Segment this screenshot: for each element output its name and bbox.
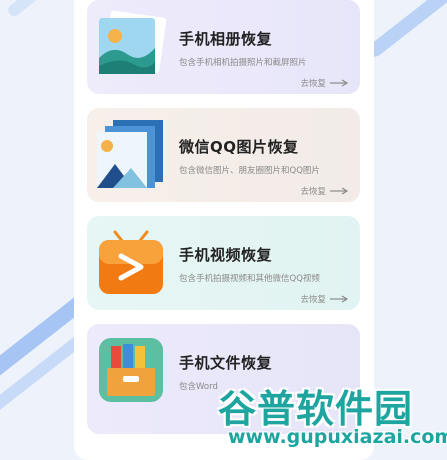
recover-link[interactable]: 去恢复 xyxy=(300,185,348,197)
recover-label: 去恢复 xyxy=(300,295,326,305)
decorative-stripe xyxy=(365,0,447,60)
card-description: 包含微信图片、朋友圈图片和QQ图片 xyxy=(179,166,320,176)
recover-link[interactable]: 去恢复 xyxy=(300,293,348,305)
image-stack-icon xyxy=(93,116,169,192)
card-wechat-qq-image-recovery[interactable]: 微信QQ图片恢复 包含微信图片、朋友圈图片和QQ图片 去恢复 xyxy=(87,108,360,202)
card-title: 手机相册恢复 xyxy=(179,30,273,48)
watermark-site-url: www.gupuxiazai.com xyxy=(228,426,447,448)
arrow-right-icon xyxy=(330,79,348,87)
card-description: 包含Word xyxy=(179,382,218,392)
card-description: 包含手机拍摄视频和其他微信QQ视频 xyxy=(179,274,320,284)
decorative-stripe xyxy=(5,0,85,19)
photo-gallery-icon xyxy=(93,8,169,84)
video-tv-icon xyxy=(93,224,169,300)
card-album-recovery[interactable]: 手机相册恢复 包含手机相机拍摄照片和截屏照片 去恢复 xyxy=(87,0,360,94)
file-box-icon xyxy=(93,332,169,408)
card-video-recovery[interactable]: 手机视频恢复 包含手机拍摄视频和其他微信QQ视频 去恢复 xyxy=(87,216,360,310)
arrow-right-icon xyxy=(330,187,348,195)
card-title: 手机视频恢复 xyxy=(179,246,273,264)
card-title: 微信QQ图片恢复 xyxy=(179,138,299,156)
recover-link[interactable]: 去恢复 xyxy=(300,77,348,89)
recover-label: 去恢复 xyxy=(300,79,326,89)
recover-label: 去恢复 xyxy=(300,187,326,197)
arrow-right-icon xyxy=(330,295,348,303)
watermark-site-name: 谷普软件园 xyxy=(218,387,414,431)
card-title: 手机文件恢复 xyxy=(179,354,273,372)
card-description: 包含手机相机拍摄照片和截屏照片 xyxy=(179,58,307,68)
